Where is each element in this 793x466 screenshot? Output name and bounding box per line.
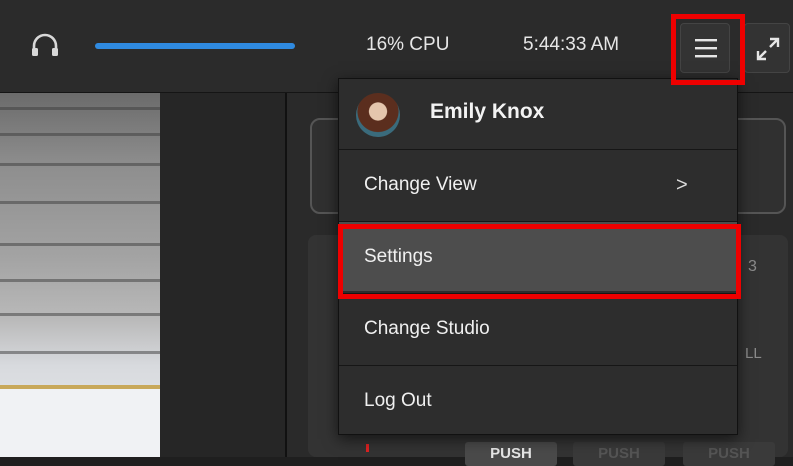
side-panel: [160, 93, 285, 457]
ice-surface: [0, 389, 160, 457]
volume-slider[interactable]: [95, 43, 295, 49]
partial-label: LL: [745, 345, 762, 362]
highlight-menu-button: [671, 14, 745, 85]
menu-item-change-view[interactable]: Change View >: [339, 149, 737, 219]
menu-item-change-studio[interactable]: Change Studio: [339, 293, 737, 363]
avatar: [356, 93, 400, 137]
cpu-usage: 16% CPU: [366, 34, 450, 55]
fullscreen-button[interactable]: [744, 23, 790, 73]
chevron-right-icon: >: [676, 174, 688, 196]
menu-item-label: Log Out: [364, 390, 432, 411]
user-name: Emily Knox: [430, 100, 545, 123]
clock: 5:44:33 AM: [523, 34, 620, 55]
video-preview[interactable]: [0, 93, 160, 457]
push-button-disabled[interactable]: PUSH: [683, 442, 775, 466]
headphones-icon[interactable]: [30, 32, 60, 58]
tally-indicator: [366, 444, 369, 452]
push-button-disabled[interactable]: PUSH: [573, 442, 665, 466]
highlight-settings: [338, 224, 741, 299]
input-number: 3: [748, 258, 757, 275]
expand-icon: [756, 37, 780, 61]
menu-item-label: Change Studio: [364, 318, 490, 339]
menu-item-label: Change View: [364, 174, 477, 195]
menu-item-log-out[interactable]: Log Out: [339, 365, 737, 434]
user-profile-row[interactable]: Emily Knox: [339, 79, 737, 149]
volume-level-fill: [95, 43, 295, 49]
push-button[interactable]: PUSH: [465, 442, 557, 466]
